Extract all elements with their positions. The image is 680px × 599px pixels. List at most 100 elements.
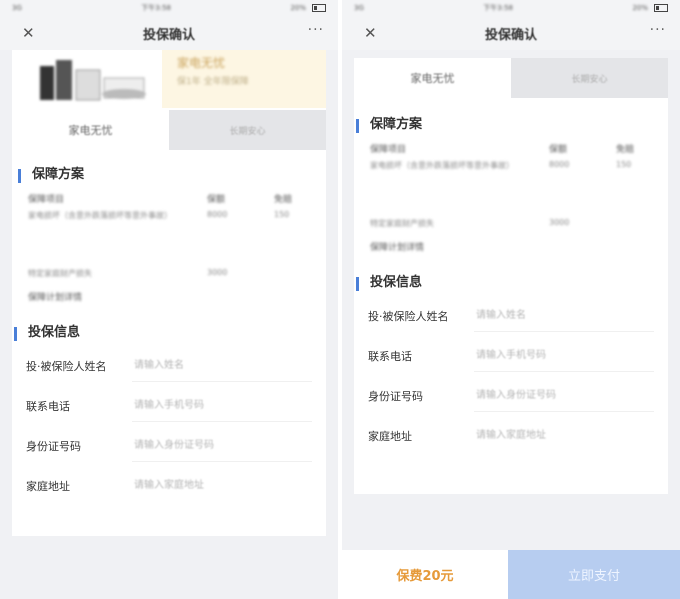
info-title-text: 投保信息 — [28, 325, 81, 340]
plan-title-text: 保障方案 — [32, 167, 85, 182]
col-item: 保障项目 — [28, 195, 65, 205]
row-amount: 3000 — [207, 268, 228, 277]
col-item: 保障项目 — [370, 145, 407, 155]
row-amount: 3000 — [549, 218, 570, 227]
nav-bar: ✕ 投保确认 ··· — [0, 16, 338, 50]
tab-home-appliance[interactable]: 家电无忧 — [354, 58, 511, 98]
divider — [132, 461, 312, 462]
battery-icon — [312, 4, 326, 12]
phone-field: 联系电话 — [12, 386, 326, 426]
plan-section-title: 保障方案 — [356, 112, 668, 138]
plan-tabs: 家电无忧 长期安心 — [12, 110, 326, 150]
row-deductible: 150 — [616, 160, 632, 169]
content-card: 保障方案 保障项目 保额 免赔 家电损坏（含意外跌落损坏等意外事故） 8000 … — [354, 98, 668, 494]
table-row: 家电损坏（含意外跌落损坏等意外事故） 8000 150 — [12, 210, 326, 268]
info-title-text: 投保信息 — [370, 275, 423, 290]
status-icons: 20% — [632, 4, 668, 12]
plan-tabs: 家电无忧 长期安心 — [354, 58, 668, 98]
id-input[interactable] — [474, 383, 628, 407]
phone-input[interactable] — [474, 343, 628, 367]
nav-bar: ✕ 投保确认 ··· — [342, 16, 680, 50]
row-amount: 8000 — [549, 160, 570, 169]
field-label: 联系电话 — [368, 350, 412, 363]
plan-detail-link[interactable]: 保障计划详情 — [354, 240, 668, 270]
row-amount: 8000 — [207, 210, 228, 219]
plan-detail-link[interactable]: 保障计划详情 — [12, 290, 326, 320]
product-subtitle: 保1年 全年限保障 — [177, 77, 249, 87]
address-field: 家庭地址 — [354, 416, 668, 456]
more-icon[interactable]: ··· — [308, 22, 324, 38]
id-field: 身份证号码 — [12, 426, 326, 466]
status-icons: 20% — [290, 4, 326, 12]
battery-percent: 20% — [290, 4, 306, 12]
battery-icon — [654, 4, 668, 12]
phone-screen-left: 3G 下午3:58 20% ✕ 投保确认 ··· 家电无忧 保1年 全年限保障 … — [0, 0, 338, 599]
col-amount: 保额 — [549, 145, 568, 155]
tab-label: 家电无忧 — [68, 124, 113, 137]
col-deductible: 免赔 — [274, 195, 293, 205]
col-deductible: 免赔 — [616, 145, 635, 155]
clock-text: 下午3:58 — [141, 4, 172, 12]
name-input[interactable] — [132, 353, 286, 377]
field-label: 身份证号码 — [26, 440, 81, 453]
tab-home-appliance[interactable]: 家电无忧 — [12, 110, 169, 150]
name-field: 投·被保险人姓名 — [354, 296, 668, 336]
address-field: 家庭地址 — [12, 466, 326, 506]
address-input[interactable] — [474, 423, 628, 447]
name-input[interactable] — [474, 303, 628, 327]
payment-bar: 保费20元 立即支付 — [342, 550, 680, 599]
divider — [474, 371, 654, 372]
field-label: 家庭地址 — [368, 430, 412, 443]
divider — [474, 331, 654, 332]
pay-now-button[interactable]: 立即支付 — [508, 550, 680, 599]
field-label: 投·被保险人姓名 — [26, 360, 107, 373]
row-item: 家电损坏（含意外跌落损坏等意外事故） — [370, 161, 514, 170]
premium-amount: 保费20元 — [396, 569, 454, 584]
more-icon[interactable]: ··· — [650, 22, 666, 38]
phone-screen-right: 3G 下午3:58 20% ✕ 投保确认 ··· 家电无忧 长期安心 保障方案 … — [342, 0, 680, 599]
tab-long-term[interactable]: 长期安心 — [511, 58, 668, 98]
plan-title-text: 保障方案 — [370, 117, 423, 132]
close-icon[interactable]: ✕ — [364, 24, 377, 42]
battery-percent: 20% — [632, 4, 648, 12]
status-bar: 3G 下午3:58 20% — [342, 0, 680, 16]
clock-text: 下午3:58 — [483, 4, 514, 12]
row-item: 特定家庭财产损失 — [28, 269, 92, 278]
tab-long-term[interactable]: 长期安心 — [169, 110, 326, 150]
table-row: 特定家庭财产损失 3000 — [12, 268, 326, 290]
col-amount: 保额 — [207, 195, 226, 205]
appliance-image — [40, 60, 146, 101]
info-section-title: 投保信息 — [14, 320, 326, 346]
row-item: 特定家庭财产损失 — [370, 219, 434, 228]
field-label: 联系电话 — [26, 400, 70, 413]
phone-input[interactable] — [132, 393, 286, 417]
carrier-text: 3G — [354, 4, 364, 12]
id-field: 身份证号码 — [354, 376, 668, 416]
tab-label: 家电无忧 — [410, 72, 455, 85]
row-item: 家电损坏（含意外跌落损坏等意外事故） — [28, 211, 172, 220]
table-row: 特定家庭财产损失 3000 — [354, 218, 668, 240]
phone-field: 联系电话 — [354, 336, 668, 376]
content-card: 保障方案 保障项目 保额 免赔 家电损坏（含意外跌落损坏等意外事故） 8000 … — [12, 150, 326, 536]
address-input[interactable] — [132, 473, 286, 497]
id-input[interactable] — [132, 433, 286, 457]
field-label: 家庭地址 — [26, 480, 70, 493]
divider — [132, 381, 312, 382]
product-name: 家电无忧 — [177, 56, 226, 70]
status-bar: 3G 下午3:58 20% — [0, 0, 338, 16]
row-deductible: 150 — [274, 210, 290, 219]
page-title: 投保确认 — [484, 27, 537, 43]
plan-table-header: 保障项目 保额 免赔 — [12, 188, 326, 210]
table-row: 家电损坏（含意外跌落损坏等意外事故） 8000 150 — [354, 160, 668, 218]
page-title: 投保确认 — [142, 27, 195, 43]
field-label: 投·被保险人姓名 — [368, 310, 449, 323]
product-card: 家电无忧 保1年 全年限保障 — [12, 50, 326, 110]
info-section-title: 投保信息 — [356, 270, 668, 296]
plan-section-title: 保障方案 — [18, 162, 326, 188]
carrier-text: 3G — [12, 4, 22, 12]
field-label: 身份证号码 — [368, 390, 423, 403]
close-icon[interactable]: ✕ — [22, 24, 35, 42]
tab-label: 长期安心 — [571, 74, 608, 85]
divider — [474, 411, 654, 412]
plan-table-header: 保障项目 保额 免赔 — [354, 138, 668, 160]
